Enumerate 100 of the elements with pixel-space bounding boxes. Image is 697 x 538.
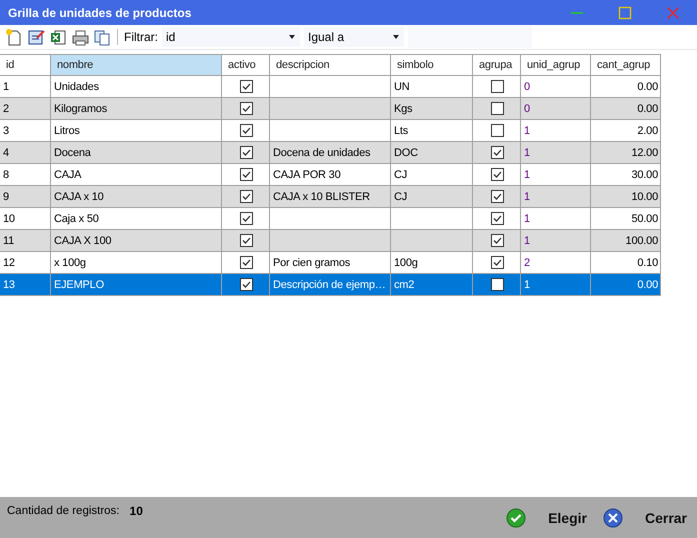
table-cell: 10: [0, 208, 51, 230]
column-header[interactable]: agrupa: [473, 54, 521, 76]
checked-checkbox[interactable]: [240, 124, 252, 137]
table-cell: 0.10: [591, 252, 661, 274]
checked-checkbox[interactable]: [490, 234, 504, 247]
column-header[interactable]: cant_agrup: [591, 54, 661, 76]
table-cell: CAJA x 10 BLISTER: [270, 186, 391, 208]
dropdown-caret-icon: [288, 34, 296, 40]
checked-checkbox[interactable]: [490, 256, 504, 269]
checked-checkbox[interactable]: [490, 190, 504, 203]
record-count-label: Cantidad de registros:: [7, 505, 120, 517]
table-cell: 1: [521, 120, 591, 142]
table-cell: 3: [0, 120, 51, 142]
filter-value-field[interactable]: [408, 26, 532, 48]
column-header[interactable]: simbolo: [391, 54, 473, 76]
table-cell: 1: [521, 164, 591, 186]
table-cell: cm2: [391, 274, 473, 296]
record-count: 10: [130, 504, 143, 518]
checked-checkbox[interactable]: [240, 278, 252, 291]
checked-checkbox[interactable]: [240, 190, 252, 203]
table-cell: Por cien gramos: [270, 252, 391, 274]
operator-dropdown[interactable]: Igual a: [304, 27, 404, 47]
table-cell: 9: [0, 186, 51, 208]
table-cell: 0: [521, 98, 591, 120]
checkbox[interactable]: [490, 278, 504, 291]
table-cell: 30.00: [591, 164, 661, 186]
column-header[interactable]: activo: [222, 54, 270, 76]
filter-label: Filtrar:: [124, 30, 158, 44]
table-cell: Lts: [391, 120, 473, 142]
table-cell: CAJA x 10: [51, 186, 222, 208]
table-cell: 100.00: [591, 230, 661, 252]
table-cell: CAJA: [51, 164, 222, 186]
checkbox[interactable]: [490, 80, 504, 93]
minimize-icon: [571, 12, 583, 14]
select-button[interactable]: Elegir: [506, 497, 597, 538]
checked-checkbox[interactable]: [490, 146, 504, 159]
spreadsheet-icon[interactable]: [49, 28, 67, 46]
new-document-icon[interactable]: [5, 28, 23, 46]
checked-checkbox[interactable]: [240, 256, 252, 269]
checked-checkbox[interactable]: [490, 212, 504, 225]
table-cell: CJ: [391, 186, 473, 208]
table-cell: 1: [521, 208, 591, 230]
table-cell: 0.00: [591, 274, 661, 296]
table-cell: 0.00: [591, 98, 661, 120]
table-cell: 12: [0, 252, 51, 274]
filter-field-dropdown[interactable]: id: [162, 27, 300, 47]
checked-checkbox[interactable]: [240, 212, 252, 225]
table-cell: 8: [0, 164, 51, 186]
printer-icon[interactable]: [71, 28, 89, 46]
table-cell: Descripción de ejemp…: [270, 274, 391, 296]
table-cell: 10.00: [591, 186, 661, 208]
table-cell: 1: [0, 76, 51, 98]
table-cell: 2: [0, 98, 51, 120]
table-cell: 1: [521, 142, 591, 164]
table-cell: 0.00: [591, 76, 661, 98]
table-cell: 12.00: [591, 142, 661, 164]
table-cell: Docena: [51, 142, 222, 164]
checkbox[interactable]: [490, 102, 504, 115]
checked-checkbox[interactable]: [240, 102, 252, 115]
column-header[interactable]: unid_agrup: [521, 54, 591, 76]
table-cell: Litros: [51, 120, 222, 142]
checkbox[interactable]: [490, 124, 504, 137]
table-cell: EJEMPLO: [51, 274, 222, 296]
table-cell: Docena de unidades: [270, 142, 391, 164]
table-cell: x 100g: [51, 252, 222, 274]
check-icon: [506, 508, 526, 528]
table-cell: Unidades: [51, 76, 222, 98]
table-cell: Kgs: [391, 98, 473, 120]
close-icon: [602, 508, 623, 528]
table-cell: CJ: [391, 164, 473, 186]
column-header[interactable]: id: [0, 54, 51, 76]
edit-document-icon[interactable]: [27, 28, 45, 46]
table-cell: 0: [521, 76, 591, 98]
table-cell: 11: [0, 230, 51, 252]
table-cell: DOC: [391, 142, 473, 164]
table-cell: 100g: [391, 252, 473, 274]
table-cell: UN: [391, 76, 473, 98]
table-cell: 2: [521, 252, 591, 274]
dropdown-caret-icon: [392, 34, 400, 40]
table-cell: 1: [521, 186, 591, 208]
copy-icon[interactable]: [93, 28, 111, 46]
table-cell: 13: [0, 274, 51, 296]
checked-checkbox[interactable]: [490, 168, 504, 181]
close-icon: [666, 6, 680, 20]
checked-checkbox[interactable]: [240, 146, 252, 159]
table-cell: CAJA X 100: [51, 230, 222, 252]
checked-checkbox[interactable]: [240, 168, 252, 181]
table-cell: Caja x 50: [51, 208, 222, 230]
column-header[interactable]: nombre: [51, 54, 222, 76]
table-cell: 2.00: [591, 120, 661, 142]
window-title: Grilla de unidades de productos: [8, 6, 192, 20]
table-cell: 1: [521, 274, 591, 296]
close-dialog-button[interactable]: Cerrar: [602, 497, 697, 538]
checked-checkbox[interactable]: [240, 80, 252, 93]
table-cell: CAJA POR 30: [270, 164, 391, 186]
table-cell: 1: [521, 230, 591, 252]
table-cell: Kilogramos: [51, 98, 222, 120]
column-header[interactable]: descripcion: [270, 54, 391, 76]
maximize-icon: [618, 6, 632, 20]
checked-checkbox[interactable]: [240, 234, 252, 247]
